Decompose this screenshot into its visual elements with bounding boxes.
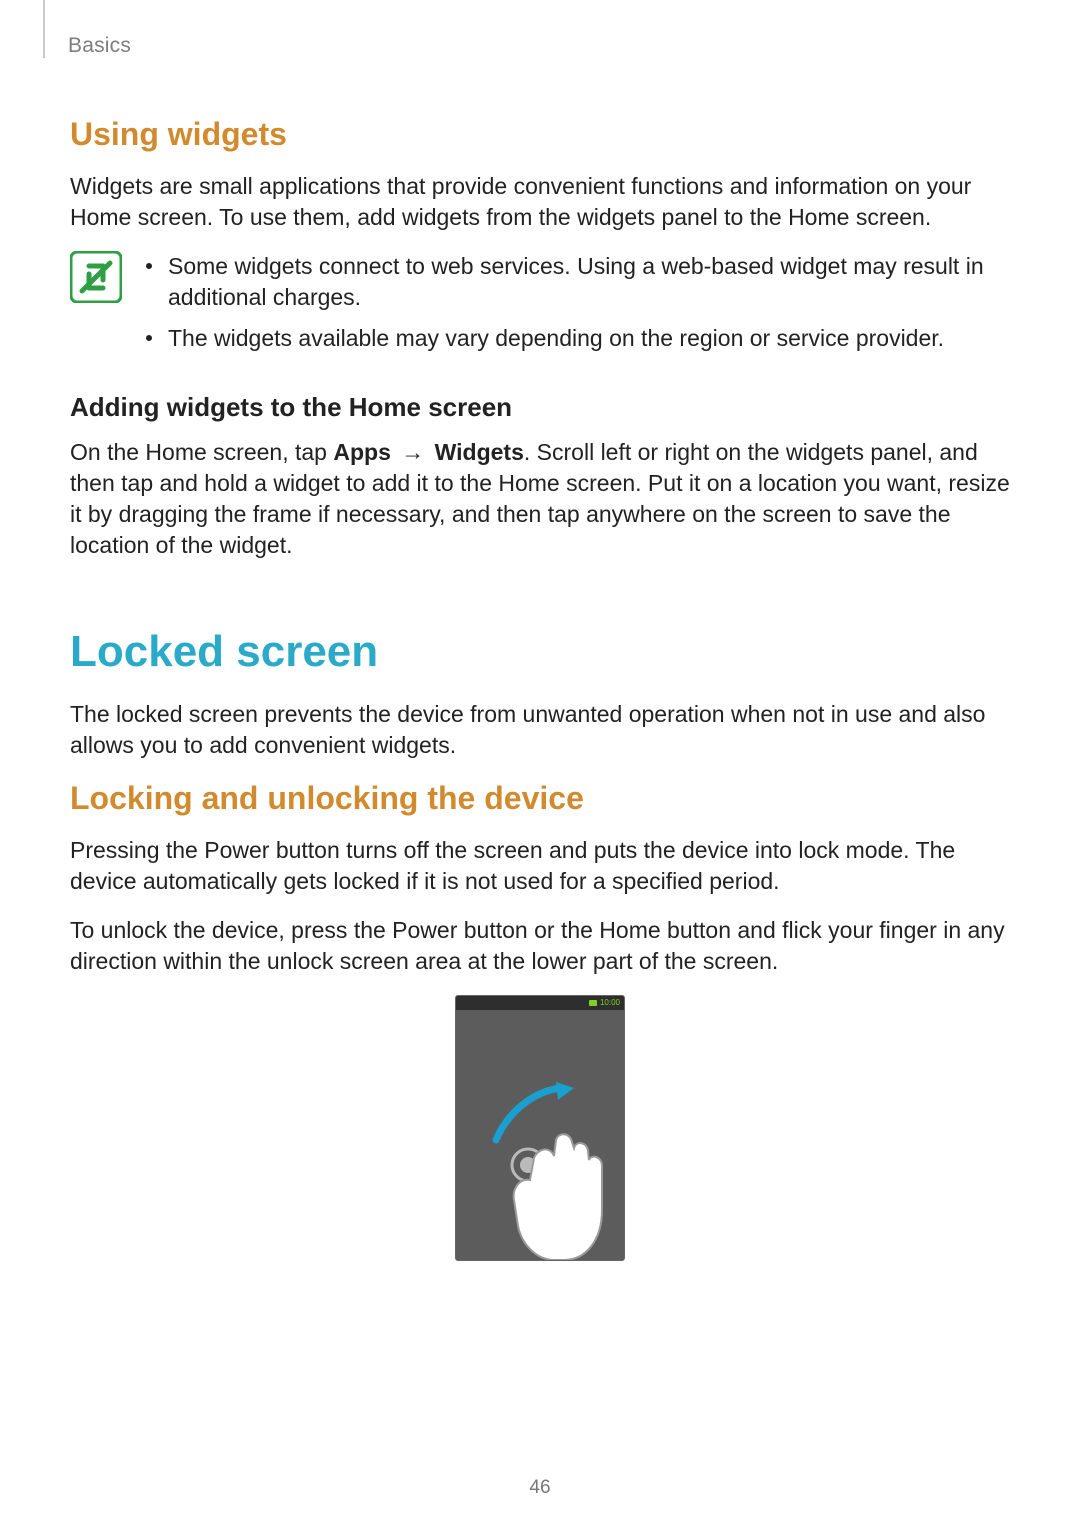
status-clock: 10:00 (600, 999, 620, 1007)
paragraph-widgets-intro: Widgets are small applications that prov… (70, 171, 1010, 233)
bold-apps: Apps (333, 439, 391, 465)
figure-unlock-gesture: 10:00 (70, 995, 1010, 1261)
heading-locking-unlocking: Locking and unlocking the device (70, 780, 1010, 817)
battery-icon (589, 1000, 597, 1006)
note-icon (70, 251, 122, 303)
device-screenshot: 10:00 (455, 995, 625, 1261)
note-item: Some widgets connect to web services. Us… (146, 251, 1010, 313)
paragraph-adding-widgets: On the Home screen, tap Apps → Widgets. … (70, 437, 1010, 561)
heading-adding-widgets: Adding widgets to the Home screen (70, 392, 1010, 423)
breadcrumb: Basics (68, 34, 131, 58)
text-fragment: On the Home screen, tap (70, 439, 333, 465)
bold-widgets: Widgets (435, 439, 524, 465)
paragraph-locking-p2: To unlock the device, press the Power bu… (70, 915, 1010, 977)
page-number: 46 (0, 1477, 1080, 1499)
note-item: The widgets available may vary depending… (146, 323, 1010, 354)
note-list: Some widgets connect to web services. Us… (146, 251, 1010, 364)
unlock-gesture-illustration (456, 1010, 624, 1260)
header-divider (43, 0, 45, 58)
paragraph-locking-p1: Pressing the Power button turns off the … (70, 835, 1010, 897)
heading-locked-screen: Locked screen (70, 627, 1010, 677)
heading-using-widgets: Using widgets (70, 116, 1010, 153)
status-bar: 10:00 (456, 996, 624, 1010)
note-block: Some widgets connect to web services. Us… (70, 251, 1010, 364)
paragraph-locked-intro: The locked screen prevents the device fr… (70, 699, 1010, 761)
arrow-icon: → (397, 439, 428, 465)
